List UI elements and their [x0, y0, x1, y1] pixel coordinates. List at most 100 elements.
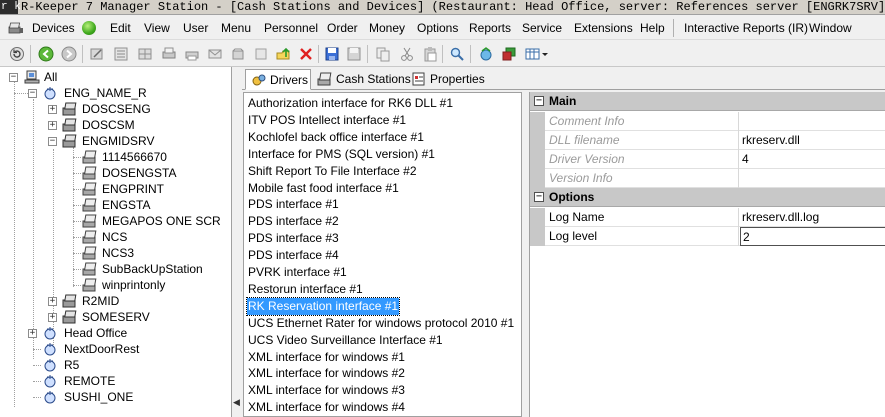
menu-money[interactable]: Money	[369, 20, 405, 36]
menu-personnel[interactable]: Personnel	[264, 20, 318, 36]
tree-node-station[interactable]: DOSENGSTA	[0, 165, 230, 181]
menu-options[interactable]: Options	[417, 20, 458, 36]
tree-node-restaurant[interactable]: − ENG_NAME_R	[0, 85, 230, 101]
find-icon[interactable]	[448, 45, 466, 63]
filter-icon[interactable]	[477, 45, 495, 63]
menu-service[interactable]: Service	[522, 20, 562, 36]
driver-item[interactable]: Kochlofel back office interface #1	[247, 129, 425, 146]
tree-node-station[interactable]: SubBackUpStation	[0, 261, 230, 277]
tab-cash-stations[interactable]: Cash Stations	[312, 69, 411, 90]
export-icon[interactable]	[500, 45, 518, 63]
tree-node-restaurant[interactable]: NextDoorRest	[0, 341, 230, 357]
expand-icon[interactable]: +	[48, 297, 57, 306]
driver-item[interactable]: PDS interface #1	[247, 196, 340, 213]
driver-item[interactable]: PVRK interface #1	[247, 264, 348, 281]
envelope-icon[interactable]	[206, 45, 224, 63]
driver-item[interactable]: XML interface for windows #1	[247, 349, 406, 366]
tree-node-all[interactable]: − All	[0, 69, 230, 85]
printer2-icon[interactable]	[183, 45, 201, 63]
menu-help[interactable]: Help	[640, 20, 665, 36]
property-row[interactable]: Version Info	[530, 169, 885, 188]
tree-node-station[interactable]: MEGAPOS ONE SCR	[0, 213, 230, 229]
menu-extensions[interactable]: Extensions	[574, 20, 633, 36]
driver-item[interactable]: PDS interface #3	[247, 230, 340, 247]
print-icon[interactable]	[160, 45, 178, 63]
collapse-icon[interactable]: −	[534, 192, 544, 202]
properties-grid[interactable]: − Main Comment Info DLL filename rkreser…	[529, 92, 885, 417]
tree-node-restaurant[interactable]: SUSHI_ONE	[0, 389, 230, 405]
tree-node-station[interactable]: NCS3	[0, 245, 230, 261]
driver-item[interactable]: Authorization interface for RK6 DLL #1	[247, 95, 454, 112]
view-dropdown-icon[interactable]	[524, 45, 550, 63]
category-options[interactable]: − Options	[530, 188, 885, 207]
save-icon[interactable]	[323, 45, 341, 63]
tree-node-server[interactable]: + R2MID	[0, 293, 230, 309]
panel-splitter[interactable]: ◀	[232, 67, 242, 417]
menu-reports[interactable]: Reports	[469, 20, 511, 36]
tree-node-station[interactable]: ENGPRINT	[0, 181, 230, 197]
menu-menu[interactable]: Menu	[221, 20, 251, 36]
copy-icon[interactable]	[374, 45, 392, 63]
tree-node-station[interactable]: ENGSTA	[0, 197, 230, 213]
tree-node-server[interactable]: + DOSCSENG	[0, 101, 230, 117]
driver-item[interactable]: Shift Report To File Interface #2	[247, 163, 418, 180]
menu-view[interactable]: View	[144, 20, 170, 36]
menu-interactive-reports[interactable]: Interactive Reports (IR)	[684, 20, 808, 36]
property-row[interactable]: Log level 2	[530, 227, 885, 246]
tree-node-restaurant[interactable]: R5	[0, 357, 230, 373]
driver-item[interactable]: PDS interface #2	[247, 213, 340, 230]
tree-node-server[interactable]: − ENGMIDSRV	[0, 133, 230, 149]
property-row[interactable]: Driver Version 4	[530, 150, 885, 169]
collapse-icon[interactable]: −	[28, 89, 37, 98]
grid-icon[interactable]	[136, 45, 154, 63]
property-value[interactable]: 4	[740, 150, 885, 169]
tab-drivers[interactable]: Drivers	[245, 69, 311, 90]
property-row[interactable]: Log Name rkreserv.dll.log	[530, 208, 885, 227]
menu-user[interactable]: User	[183, 20, 208, 36]
tree-node-station[interactable]: NCS	[0, 229, 230, 245]
refresh-icon[interactable]	[8, 45, 26, 63]
menu-order[interactable]: Order	[327, 20, 358, 36]
box-icon[interactable]	[229, 45, 247, 63]
property-value[interactable]: rkreserv.dll	[740, 131, 885, 150]
drivers-list[interactable]: Authorization interface for RK6 DLL #1 IT…	[243, 92, 522, 417]
tree-node-station[interactable]: winprintonly	[0, 277, 230, 293]
list-icon[interactable]	[112, 45, 130, 63]
property-value[interactable]	[740, 112, 885, 131]
driver-item[interactable]: XML interface for windows #4	[247, 399, 406, 416]
save-as-icon[interactable]	[345, 45, 363, 63]
expand-icon[interactable]: +	[48, 105, 57, 114]
paste-icon[interactable]	[421, 45, 439, 63]
back-icon[interactable]	[37, 45, 55, 63]
expand-icon[interactable]: +	[48, 121, 57, 130]
menu-window[interactable]: Window	[809, 20, 852, 36]
tree-node-server[interactable]: + SOMESERV	[0, 309, 230, 325]
menu-devices[interactable]: Devices	[32, 20, 75, 36]
forward-icon[interactable]	[60, 45, 78, 63]
menu-edit[interactable]: Edit	[110, 20, 131, 36]
driver-item[interactable]: PDS interface #4	[247, 247, 340, 264]
driver-item[interactable]: UCS Ethernet Rater for windows protocol …	[247, 315, 515, 332]
driver-item[interactable]: XML interface for windows #3	[247, 382, 406, 399]
collapse-icon[interactable]: −	[9, 73, 18, 82]
collapse-icon[interactable]: −	[534, 96, 544, 106]
cut-icon[interactable]	[398, 45, 416, 63]
property-row[interactable]: Comment Info	[530, 112, 885, 131]
driver-item[interactable]: Mobile fast food interface #1	[247, 180, 400, 197]
driver-item-selected[interactable]: RK Reservation interface #1	[245, 296, 401, 316]
upload-icon[interactable]	[274, 45, 292, 63]
property-value[interactable]	[740, 169, 885, 188]
driver-item[interactable]: Restorun interface #1	[247, 281, 364, 298]
tree-node-restaurant[interactable]: + Head Office	[0, 325, 230, 341]
property-value[interactable]: rkreserv.dll.log	[740, 208, 885, 227]
driver-item[interactable]: XML interface for windows #2	[247, 365, 406, 382]
tab-properties[interactable]: Properties	[406, 69, 486, 90]
collapse-left-icon[interactable]: ◀	[233, 397, 240, 408]
property-row[interactable]: DLL filename rkreserv.dll	[530, 131, 885, 150]
driver-item[interactable]: Interface for PMS (SQL version) #1	[247, 146, 436, 163]
driver-item[interactable]: UCS Video Surveillance Interface #1	[247, 332, 444, 349]
device-tree[interactable]: − All − ENG_NAME_R + DOSCSENG + DOSCSM −…	[0, 67, 232, 417]
delete-icon[interactable]	[297, 45, 315, 63]
tree-node-server[interactable]: + DOSCSM	[0, 117, 230, 133]
collapse-icon[interactable]: −	[48, 137, 57, 146]
